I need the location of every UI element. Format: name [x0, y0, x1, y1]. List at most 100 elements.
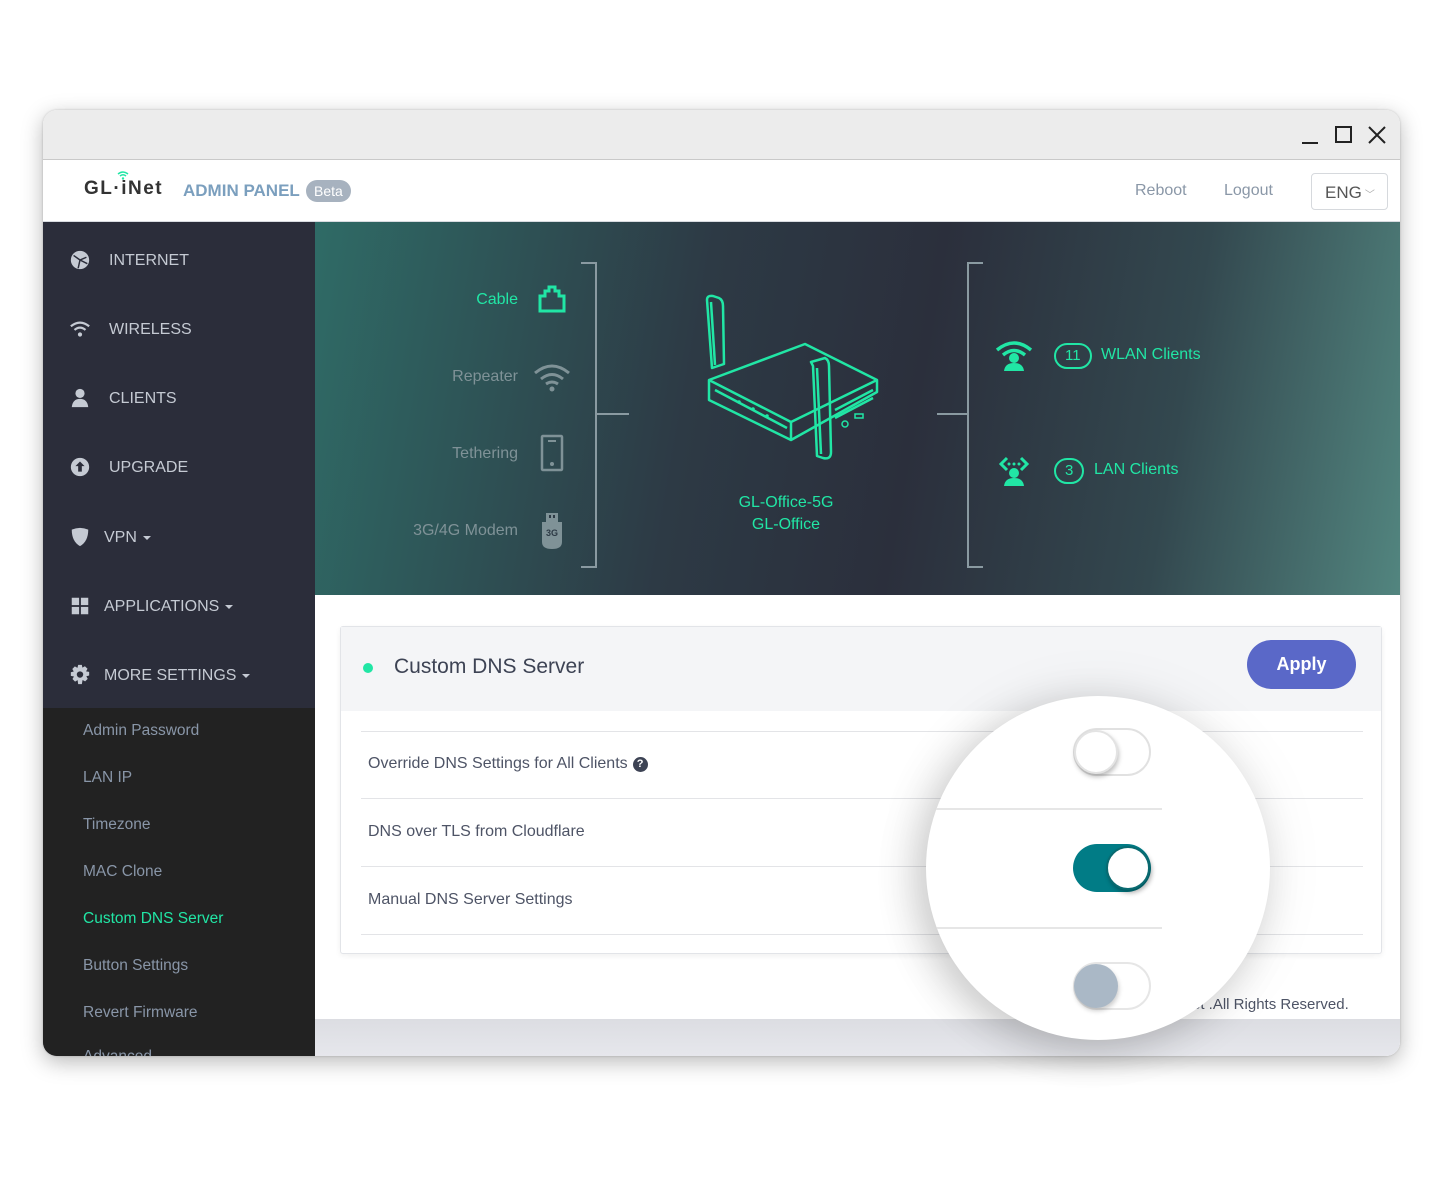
sidebar-item-label: UPGRADE: [109, 459, 189, 476]
reboot-link[interactable]: Reboot: [1135, 182, 1187, 200]
ethernet-port-icon[interactable]: [538, 285, 566, 313]
source-modem-label[interactable]: 3G/4G Modem: [368, 522, 518, 540]
wifi-icon: [70, 321, 90, 337]
right-connector: [937, 413, 969, 415]
logo: GL·iNet: [84, 171, 164, 200]
submenu-item-advanced[interactable]: Advanced: [83, 1048, 152, 1056]
wireless-client-icon: [995, 341, 1033, 371]
toggle-knob: [1074, 964, 1118, 1008]
maximize-button[interactable]: [1331, 122, 1357, 148]
right-bracket: [967, 262, 983, 568]
source-tethering-label[interactable]: Tethering: [368, 445, 518, 463]
wifi-icon[interactable]: [533, 362, 571, 392]
sidebar-item-label: VPN: [104, 529, 151, 547]
lan-client-count: 3: [1054, 458, 1085, 484]
network-status-banner: Cable Repeater Tethering 3G/4G Modem 3G …: [315, 222, 1400, 595]
divider: [361, 731, 1363, 732]
caret-down-icon: [142, 535, 151, 540]
toggle-magnifier: [926, 696, 1270, 1040]
beta-badge: Beta: [306, 180, 351, 202]
setting-row-manual-dns: Manual DNS Server Settings: [368, 891, 573, 909]
sidebar-item-more-settings[interactable]: MORE SETTINGS: [43, 640, 315, 709]
device-ssid: GL-Office: [751, 516, 821, 533]
minimize-icon: [1302, 142, 1318, 144]
setting-label: DNS over TLS from Cloudflare: [368, 823, 585, 840]
admin-panel-title: ADMIN PANEL: [183, 181, 300, 200]
logout-link[interactable]: Logout: [1224, 182, 1273, 200]
user-icon: [71, 388, 89, 408]
language-value: ENG: [1325, 183, 1362, 202]
sidebar-item-label: APPLICATIONS: [104, 598, 234, 616]
source-cable-label[interactable]: Cable: [368, 291, 518, 309]
language-select[interactable]: ENG ﹀: [1311, 173, 1388, 210]
chevron-down-icon: ﹀: [1364, 190, 1375, 201]
globe-icon: [70, 250, 90, 270]
left-connector: [597, 413, 629, 415]
sidebar-item-internet[interactable]: INTERNET: [43, 225, 315, 294]
close-icon: [1368, 126, 1386, 144]
toggle-knob: [1106, 846, 1150, 890]
manual-dns-toggle[interactable]: [1073, 962, 1151, 1010]
minimize-button[interactable]: [1297, 122, 1323, 148]
title-bar: [43, 110, 1400, 160]
lan-clients-label: LAN Clients: [1094, 461, 1179, 478]
caret-down-icon: [225, 604, 234, 609]
sidebar-item-vpn[interactable]: VPN: [43, 502, 315, 571]
setting-row-dns-over-tls: DNS over TLS from Cloudflare: [368, 823, 585, 841]
shield-icon: [71, 527, 89, 547]
submenu-item-mac-clone[interactable]: MAC Clone: [83, 863, 162, 881]
setting-label: Override DNS Settings for All Clients: [368, 755, 628, 772]
sidebar-item-label: CLIENTS: [109, 390, 177, 407]
caret-down-icon: [242, 673, 251, 678]
phone-icon[interactable]: [540, 434, 564, 472]
help-icon[interactable]: ?: [632, 757, 648, 772]
sidebar-item-upgrade[interactable]: UPGRADE: [43, 432, 315, 501]
footer-bar: [315, 1019, 1400, 1056]
card-title: Custom DNS Server: [394, 655, 585, 678]
override-dns-toggle[interactable]: [1073, 728, 1151, 776]
wlan-clients-link[interactable]: 11 WLAN Clients: [995, 339, 1225, 373]
copyright-text: et .All Rights Reserved.: [1192, 996, 1349, 1013]
divider: [926, 808, 1162, 810]
maximize-icon: [1335, 126, 1352, 143]
dns-over-tls-toggle[interactable]: [1073, 844, 1151, 892]
logo-text: GL·iNet: [84, 178, 164, 199]
left-bracket: [581, 262, 597, 568]
close-button[interactable]: [1364, 122, 1390, 148]
submenu-item-timezone[interactable]: Timezone: [83, 816, 150, 834]
upload-circle-icon: [70, 457, 90, 477]
sidebar: INTERNET WIRELESS CLIENTS UPGRADE VPN AP…: [43, 222, 315, 1056]
setting-row-override-dns: Override DNS Settings for All Clients?: [368, 755, 648, 773]
source-repeater-label[interactable]: Repeater: [368, 368, 518, 386]
divider: [926, 927, 1162, 929]
usb-modem-icon[interactable]: 3G: [541, 512, 563, 550]
logo-wifi-icon: [117, 171, 129, 180]
device-ssid-5g: GL-Office-5G: [738, 494, 834, 511]
lan-clients-link[interactable]: 3 LAN Clients: [995, 454, 1225, 488]
router-icon: [705, 294, 879, 460]
sidebar-item-label: WIRELESS: [109, 321, 192, 338]
wlan-clients-label: WLAN Clients: [1101, 346, 1201, 363]
apply-button[interactable]: Apply: [1247, 640, 1356, 689]
status-dot: [363, 663, 373, 673]
grid-icon: [71, 597, 89, 615]
card-header: Custom DNS Server Apply: [341, 627, 1381, 711]
gear-icon: [70, 664, 90, 685]
sidebar-item-clients[interactable]: CLIENTS: [43, 363, 315, 432]
app-header: GL·iNet ADMIN PANEL Beta Reboot Logout E…: [43, 160, 1400, 222]
submenu-item-revert-firmware[interactable]: Revert Firmware: [83, 1004, 198, 1022]
sidebar-item-label: INTERNET: [109, 252, 189, 269]
submenu-item-admin-password[interactable]: Admin Password: [83, 722, 199, 740]
modem-icon-text: 3G: [546, 528, 558, 538]
submenu-item-custom-dns-server[interactable]: Custom DNS Server: [83, 910, 223, 928]
lan-client-icon: [998, 456, 1030, 486]
setting-label: Manual DNS Server Settings: [368, 891, 573, 908]
more-settings-submenu: Admin Password LAN IP Timezone MAC Clone…: [43, 708, 315, 1056]
sidebar-item-applications[interactable]: APPLICATIONS: [43, 571, 315, 640]
submenu-item-lan-ip[interactable]: LAN IP: [83, 769, 132, 787]
submenu-item-button-settings[interactable]: Button Settings: [83, 957, 188, 975]
wlan-client-count: 11: [1054, 343, 1092, 369]
sidebar-item-label: MORE SETTINGS: [104, 667, 251, 685]
toggle-knob: [1074, 730, 1118, 774]
sidebar-item-wireless[interactable]: WIRELESS: [43, 294, 315, 363]
